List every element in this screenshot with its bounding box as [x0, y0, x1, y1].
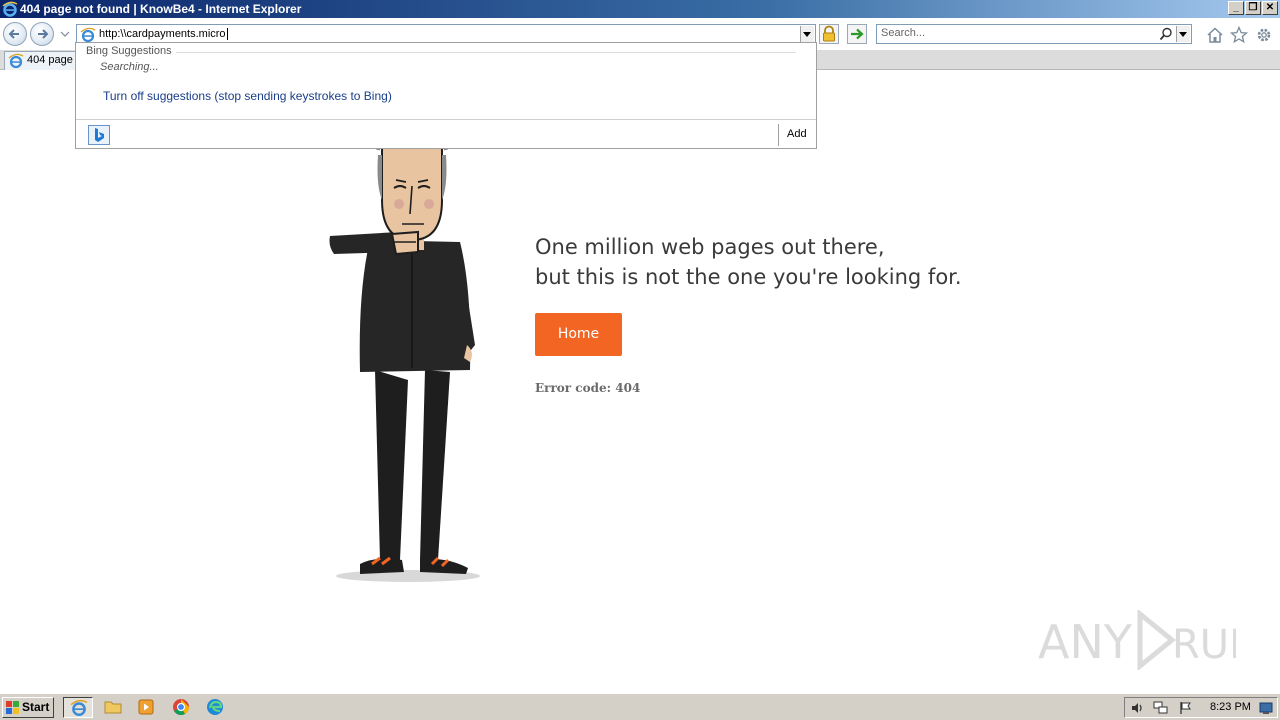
forward-button[interactable] — [30, 22, 54, 46]
media-player-icon — [138, 699, 154, 715]
lock-icon — [823, 25, 835, 42]
go-arrow-icon — [851, 28, 864, 40]
bing-provider-button[interactable] — [88, 125, 110, 145]
suggestions-heading: Bing Suggestions — [86, 45, 172, 57]
chrome-icon — [173, 699, 190, 716]
home-button[interactable]: Home — [535, 313, 622, 356]
taskbar-file-explorer[interactable] — [98, 697, 128, 718]
search-icon[interactable] — [1159, 27, 1173, 41]
restore-button[interactable]: ❐ — [1245, 1, 1261, 15]
back-button[interactable] — [3, 22, 27, 46]
suggestions-status: Searching... — [100, 61, 159, 73]
heading-divider — [176, 52, 796, 53]
error-message-line-1: One million web pages out there, — [535, 235, 885, 259]
network-icon[interactable] — [1153, 701, 1169, 715]
suggestions-footer: Add — [76, 119, 816, 149]
security-lock-button[interactable] — [819, 24, 839, 44]
folder-icon — [104, 701, 122, 714]
address-suggestions-dropdown: Bing Suggestions Searching... Turn off s… — [75, 42, 817, 149]
search-input[interactable]: Search... — [876, 24, 1192, 44]
taskbar-chrome[interactable] — [166, 697, 196, 718]
search-dropdown-button[interactable] — [1176, 26, 1190, 42]
browser-window: 404 page not found | KnowBe4 - Internet … — [0, 0, 1280, 720]
address-dropdown-button[interactable] — [800, 26, 814, 42]
svg-text:RUN: RUN — [1172, 622, 1236, 668]
start-label: Start — [22, 700, 50, 714]
taskbar-edge[interactable] — [200, 697, 230, 718]
favorites-star-icon[interactable] — [1230, 26, 1248, 44]
window-title: 404 page not found | KnowBe4 - Internet … — [20, 2, 302, 16]
page-ie-icon — [80, 27, 96, 43]
tab-404-page[interactable]: 404 page — [4, 51, 76, 70]
search-placeholder: Search... — [881, 27, 926, 39]
taskbar-clock[interactable]: 8:23 PM — [1210, 701, 1251, 713]
close-button[interactable]: ✕ — [1262, 1, 1278, 15]
minimize-button[interactable]: _ — [1228, 1, 1244, 15]
address-input[interactable]: http:\\cardpayments.micro — [99, 27, 228, 41]
start-button[interactable]: Start — [2, 697, 54, 718]
error-message: One million web pages out there, but thi… — [535, 232, 1055, 292]
add-provider-button[interactable]: Add — [787, 128, 807, 140]
ie-logo-icon — [2, 1, 18, 17]
back-arrow-icon — [8, 29, 19, 39]
history-dropdown-icon[interactable] — [60, 30, 70, 38]
volume-icon[interactable] — [1130, 701, 1144, 715]
tab-label: 404 page — [27, 54, 73, 66]
footer-divider — [778, 124, 779, 146]
anyrun-watermark-logo: ANY RUN — [1038, 610, 1236, 670]
chevron-down-icon — [1179, 32, 1187, 37]
ie-taskbar-icon — [70, 699, 88, 716]
bing-logo-icon — [95, 128, 104, 142]
address-bar[interactable]: http:\\cardpayments.micro — [76, 24, 816, 44]
settings-gear-icon[interactable] — [1255, 26, 1273, 44]
text-caret — [226, 28, 228, 41]
tab-ie-icon — [8, 53, 24, 69]
action-center-flag-icon[interactable] — [1179, 701, 1193, 715]
title-bar: 404 page not found | KnowBe4 - Internet … — [0, 0, 1280, 18]
error-code: Error code: 404 — [535, 381, 641, 395]
turn-off-suggestions-link[interactable]: Turn off suggestions (stop sending keyst… — [103, 89, 392, 103]
windows-logo-icon — [6, 701, 19, 714]
address-url-text: http:\\cardpayments.micro — [99, 28, 226, 40]
show-desktop-icon[interactable] — [1259, 701, 1273, 715]
system-tray: 8:23 PM — [1124, 697, 1278, 718]
error-message-line-2: but this is not the one you're looking f… — [535, 265, 962, 289]
taskbar-media-player[interactable] — [132, 697, 162, 718]
edge-icon — [207, 699, 223, 715]
forward-arrow-icon — [38, 29, 49, 39]
chevron-down-icon — [803, 32, 811, 37]
taskbar: Start 8:23 PM — [0, 693, 1280, 720]
svg-text:ANY: ANY — [1038, 615, 1133, 669]
home-icon[interactable] — [1206, 26, 1224, 44]
taskbar-internet-explorer[interactable] — [63, 697, 93, 718]
404-character-illustration — [329, 140, 480, 582]
go-button[interactable] — [847, 24, 867, 44]
